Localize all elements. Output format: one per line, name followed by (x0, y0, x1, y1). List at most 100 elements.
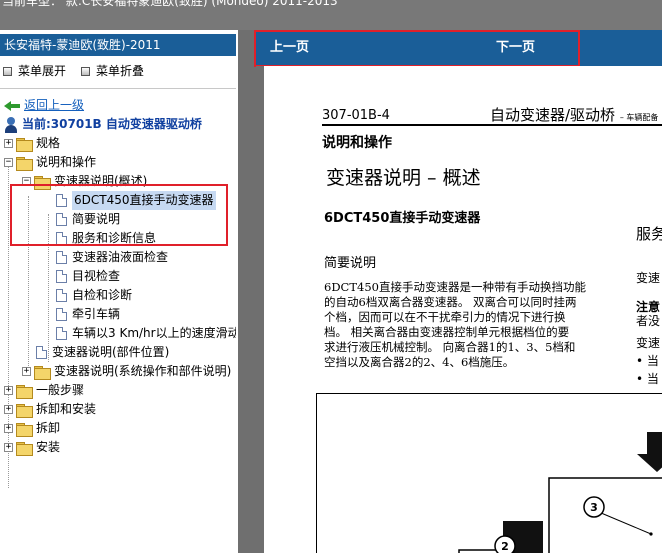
folder-icon (16, 441, 33, 456)
folder-icon (16, 403, 33, 418)
current-topic: 当前:30701B 自动变速器驱动桥 (4, 115, 202, 134)
doc-title: 变速器说明 – 概述 (326, 167, 481, 189)
manual-page: 307-01B-4 自动变速器/驱动桥 – 车辆配备 说明和操作 变速器说明 –… (264, 66, 662, 553)
menu-expand-button[interactable]: 菜单展开 (3, 60, 66, 82)
tree-item-visual-inspection[interactable]: 目视检查 (56, 267, 120, 286)
expand-plus-icon[interactable]: + (22, 367, 31, 376)
tree-item-description-operation[interactable]: − 说明和操作 (4, 153, 96, 172)
doc-code: 307-01B-4 (322, 108, 390, 123)
doc-heading: 说明和操作 (322, 135, 392, 151)
housing-outline (548, 477, 662, 553)
folder-icon (16, 422, 33, 437)
tree-item-system-operation[interactable]: + 变速器说明(系统操作和部件说明) (22, 362, 231, 381)
expand-plus-icon[interactable]: + (4, 139, 13, 148)
body-line: 6DCT450直接手动变速器是一种带有手动换挡功能 (324, 280, 586, 294)
expand-plus-icon[interactable]: + (4, 405, 13, 414)
document-icon (56, 308, 67, 321)
body-line: 档。 相关离合器由变速器控制单元根据档位的要 (324, 325, 570, 339)
tree-item-removal[interactable]: + 拆卸 (4, 419, 60, 438)
transmission-figure: 3 2 (316, 393, 662, 553)
tree-item-label: 变速器说明(部件位置) (52, 345, 170, 359)
collapse-all-icon (81, 66, 90, 76)
right-col-line: • 当 (636, 372, 659, 386)
intro-heading: 简要说明 (324, 256, 377, 271)
navigation-panel: 长安福特-蒙迪欧(致胜)-2011 菜单展开 菜单折叠 返回上一级 当前:307… (0, 30, 238, 553)
tree-item-label: 拆卸和安装 (36, 402, 97, 416)
doc-section: 自动变速器/驱动桥 – 车辆配备 (490, 104, 658, 125)
model-header: 长安福特-蒙迪欧(致胜)-2011 (0, 34, 236, 56)
doc-subtitle: 6DCT450直接手动变速器 (324, 211, 481, 226)
tree-item-general-procedures[interactable]: + 一般步骤 (4, 381, 84, 400)
expand-plus-icon[interactable]: + (4, 443, 13, 452)
highlight-box (254, 30, 580, 67)
expand-plus-icon[interactable]: + (4, 424, 13, 433)
body-line: 空挡以及离合器2的2、4、6档施压。 (324, 355, 515, 369)
right-col-line: • 当 (636, 354, 659, 368)
right-col-line: 变速 (636, 336, 661, 350)
window-title-bar: 当前车型： 款:C长安福特蒙迪欧(致胜) (Mondeo) 2011-2013 (0, 0, 662, 30)
window-title: 当前车型： 款:C长安福特蒙迪欧(致胜) (Mondeo) 2011-2013 (2, 0, 338, 8)
body-line: 的自动6档双离合器变速器。 双离合可以同时挂两 (324, 295, 577, 309)
tree-item-component-location[interactable]: 变速器说明(部件位置) (36, 343, 169, 362)
tree-item-installation[interactable]: + 安装 (4, 438, 60, 457)
document-icon (56, 289, 67, 302)
body-line: 求进行液压机械控制。 向离合器1的1、3、5档和 (324, 340, 576, 354)
body-line: 个档，因而可以在不干扰牵引力的情况下进行换 (324, 310, 566, 324)
doc-section-sub: – 车辆配备 (619, 113, 659, 122)
expand-all-icon (3, 66, 12, 76)
callout-number: 3 (590, 501, 598, 514)
document-icon (56, 327, 67, 340)
folder-icon (16, 137, 33, 152)
collapse-minus-icon[interactable]: − (4, 158, 13, 167)
menu-collapse-label: 菜单折叠 (96, 64, 145, 78)
page-gutter (256, 66, 264, 553)
right-col-line: 变速 (636, 271, 661, 285)
back-link-label: 返回上一级 (24, 98, 85, 112)
back-link[interactable]: 返回上一级 (4, 96, 84, 115)
menu-divider (0, 88, 236, 89)
highlight-box (10, 184, 228, 246)
intro-body: 6DCT450直接手动变速器是一种带有手动换挡功能 的自动6档双离合器变速器。 … (324, 280, 586, 370)
menu-bar: 菜单展开 菜单折叠 (0, 60, 236, 82)
tree-item-label: 拆卸 (36, 421, 61, 435)
callout-number: 2 (501, 540, 509, 553)
current-location-icon (4, 116, 18, 133)
tree-item-coasting[interactable]: 车辆以3 Km/hr以上的速度滑动 (56, 324, 236, 343)
folder-icon (16, 384, 33, 399)
current-topic-label: 当前:30701B 自动变速器驱动桥 (22, 117, 202, 131)
tree-item-label: 目视检查 (72, 269, 121, 283)
document-icon (36, 346, 47, 359)
tree-item-label: 车辆以3 Km/hr以上的速度滑动 (72, 326, 236, 340)
folder-open-icon (16, 156, 33, 171)
tree-item-label: 变速器油液面检查 (72, 250, 169, 264)
tree-item-self-test[interactable]: 自检和诊断 (56, 286, 132, 305)
menu-expand-label: 菜单展开 (18, 64, 67, 78)
document-panel: 上一页 下一页 307-01B-4 自动变速器/驱动桥 – 车辆配备 说明和操作… (254, 30, 662, 553)
tree-item-label: 牵引车辆 (72, 307, 121, 321)
tree-item-label: 一般步骤 (36, 383, 85, 397)
tree-item-towing[interactable]: 牵引车辆 (56, 305, 120, 324)
document-icon (56, 251, 67, 264)
header-rule (322, 124, 662, 126)
tree-item-label: 规格 (36, 136, 61, 150)
tree-item-label: 自检和诊断 (72, 288, 133, 302)
callout-leader-3 (593, 509, 652, 535)
tree-item-label: 说明和操作 (36, 155, 97, 169)
right-col-heading: 服务 (636, 225, 662, 243)
tree-item-specs[interactable]: + 规格 (4, 134, 60, 153)
tree-item-fluid-check[interactable]: 变速器油液面检查 (56, 248, 168, 267)
back-arrow-icon (4, 100, 20, 112)
document-icon (56, 270, 67, 283)
tree-item-label: 安装 (36, 440, 61, 454)
arrow-down-icon (637, 432, 662, 472)
page-nav-bar: 上一页 下一页 (254, 30, 662, 67)
panel-splitter[interactable] (238, 30, 256, 553)
doc-section-title: 自动变速器/驱动桥 (490, 106, 616, 124)
expand-plus-icon[interactable]: + (4, 386, 13, 395)
tree-item-removal-installation[interactable]: + 拆卸和安装 (4, 400, 96, 419)
tree-item-label: 变速器说明(系统操作和部件说明) (54, 364, 232, 378)
menu-collapse-button[interactable]: 菜单折叠 (81, 60, 144, 82)
transmission-illustration: 3 2 (458, 432, 662, 553)
folder-icon (34, 365, 51, 380)
topic-tree: 返回上一级 当前:30701B 自动变速器驱动桥 + 规格 − 说明和操作 − … (0, 96, 236, 553)
